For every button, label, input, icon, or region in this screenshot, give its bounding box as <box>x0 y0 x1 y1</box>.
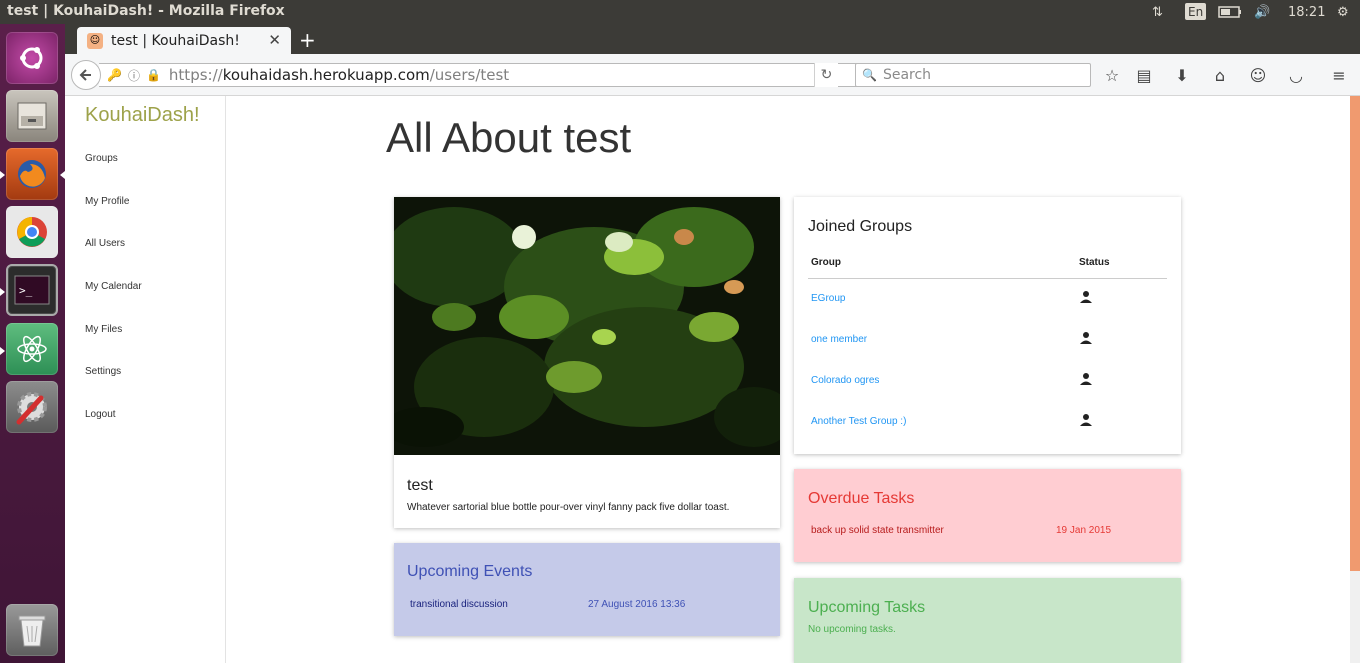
scrollbar[interactable] <box>1350 96 1360 663</box>
upcoming-tasks-card: Upcoming Tasks No upcoming tasks. <box>794 578 1181 663</box>
lock-icon[interactable]: 🔒 <box>146 68 161 82</box>
favicon-icon: ☺ <box>87 32 103 49</box>
overdue-tasks-card: Overdue Tasks back up solid state transm… <box>794 469 1181 562</box>
key-icon[interactable]: 🔑 <box>107 68 122 82</box>
profile-name: test <box>407 477 433 494</box>
table-row: one member <box>808 319 1167 360</box>
atom-icon[interactable] <box>6 323 58 375</box>
volume-icon[interactable]: 🔊 <box>1254 3 1270 21</box>
scrollbar-thumb[interactable] <box>1350 96 1360 571</box>
event-name[interactable]: transitional discussion <box>410 599 508 610</box>
url-host: kouhaidash.herokuapp.com <box>222 66 430 84</box>
reload-icon[interactable]: ↻ <box>814 63 838 87</box>
sidebar: KouhaiDash! Groups My Profile All Users … <box>65 96 226 663</box>
url-bar[interactable]: 🔑 ⓘ 🔒 https://kouhaidash.herokuapp.com/u… <box>99 63 872 87</box>
home-icon[interactable]: ⌂ <box>1210 65 1230 85</box>
upcoming-events-card: Upcoming Events transitional discussion … <box>394 543 780 636</box>
launcher: >_ <box>0 24 65 663</box>
url-text: https://kouhaidash.herokuapp.com/users/t… <box>169 66 509 84</box>
profile-bio: Whatever sartorial blue bottle pour-over… <box>407 502 730 513</box>
person-icon <box>1076 401 1167 442</box>
sidebar-item-settings[interactable]: Settings <box>85 366 121 377</box>
person-icon <box>1076 319 1167 360</box>
system-settings-icon[interactable] <box>6 381 58 433</box>
upcoming-events-title: Upcoming Events <box>407 563 533 580</box>
event-date: 27 August 2016 13:36 <box>588 599 686 610</box>
overdue-task-date: 19 Jan 2015 <box>1056 525 1112 536</box>
upcoming-tasks-empty: No upcoming tasks. <box>808 624 896 635</box>
sidebar-item-my-files[interactable]: My Files <box>85 324 122 335</box>
group-link[interactable]: one member <box>808 319 1076 360</box>
brand-logo[interactable]: KouhaiDash! <box>85 104 200 127</box>
joined-groups-title: Joined Groups <box>808 218 913 235</box>
firefox-icon[interactable] <box>6 148 58 200</box>
download-icon[interactable]: ⬇ <box>1172 65 1192 85</box>
clock[interactable]: 18:21 <box>1288 3 1325 21</box>
chat-icon[interactable]: ☺ <box>1248 65 1268 85</box>
sidebar-item-my-profile[interactable]: My Profile <box>85 196 129 207</box>
profile-card: test Whatever sartorial blue bottle pour… <box>394 197 780 528</box>
navigation-bar: 🔑 ⓘ 🔒 https://kouhaidash.herokuapp.com/u… <box>65 54 1360 96</box>
tab-active[interactable]: ☺ test | KouhaiDash! ✕ <box>77 27 291 54</box>
page-title: All About test <box>386 114 632 161</box>
upcoming-tasks-title: Upcoming Tasks <box>808 599 926 616</box>
gear-icon[interactable]: ⚙ <box>1337 3 1349 21</box>
tab-bar: ☺ test | KouhaiDash! ✕ + <box>65 24 1360 54</box>
profile-photo <box>394 197 780 455</box>
group-link[interactable]: EGroup <box>808 278 1076 319</box>
table-row: Another Test Group :) <box>808 401 1167 442</box>
network-icon[interactable]: ⇅ <box>1152 3 1163 21</box>
url-path: /users/test <box>429 66 510 84</box>
new-tab-button[interactable]: + <box>299 28 316 52</box>
files-icon[interactable] <box>6 90 58 142</box>
window-title: test | KouhaiDash! - Mozilla Firefox <box>7 3 285 19</box>
trash-icon[interactable] <box>6 604 58 656</box>
page-viewport: KouhaiDash! Groups My Profile All Users … <box>65 96 1360 663</box>
table-header-row: Group Status <box>808 247 1167 279</box>
column-header-status: Status <box>1076 247 1167 279</box>
chrome-icon[interactable] <box>6 206 58 258</box>
ubuntu-dash-icon[interactable] <box>6 32 58 84</box>
person-icon <box>1076 278 1167 319</box>
person-icon <box>1076 360 1167 401</box>
keyboard-language-indicator[interactable]: En <box>1185 3 1207 20</box>
top-panel: test | KouhaiDash! - Mozilla Firefox ⇅ E… <box>0 0 1360 24</box>
search-icon: 🔍 <box>862 68 877 82</box>
bookmarks-list-icon[interactable]: ▤ <box>1134 65 1154 85</box>
back-button[interactable] <box>71 60 101 90</box>
joined-groups-card: Joined Groups Group Status EGroup one me… <box>794 197 1181 454</box>
menu-icon[interactable]: ≡ <box>1329 65 1349 85</box>
group-link[interactable]: Colorado ogres <box>808 360 1076 401</box>
sidebar-item-my-calendar[interactable]: My Calendar <box>85 281 142 292</box>
tab-title: test | KouhaiDash! <box>111 32 240 49</box>
sidebar-item-all-users[interactable]: All Users <box>85 238 125 249</box>
column-header-group: Group <box>808 247 1076 279</box>
pocket-icon[interactable]: ◡ <box>1286 65 1306 85</box>
table-row: Colorado ogres <box>808 360 1167 401</box>
group-link[interactable]: Another Test Group :) <box>808 401 1076 442</box>
bookmark-star-icon[interactable]: ☆ <box>1102 65 1122 85</box>
sidebar-item-groups[interactable]: Groups <box>85 153 118 164</box>
search-input[interactable]: 🔍 Search <box>855 63 1091 87</box>
sidebar-item-logout[interactable]: Logout <box>85 409 116 420</box>
overdue-task-name[interactable]: back up solid state transmitter <box>811 525 944 536</box>
svg-text:>_: >_ <box>19 284 33 297</box>
groups-table: Group Status EGroup one member Colorado … <box>808 247 1167 442</box>
info-icon[interactable]: ⓘ <box>128 67 140 84</box>
overdue-tasks-title: Overdue Tasks <box>808 490 915 507</box>
url-scheme: https:// <box>168 66 223 84</box>
battery-icon[interactable] <box>1218 3 1242 21</box>
close-icon[interactable]: ✕ <box>268 31 281 49</box>
search-placeholder: Search <box>882 67 932 83</box>
terminal-icon[interactable]: >_ <box>6 264 58 316</box>
table-row: EGroup <box>808 278 1167 319</box>
